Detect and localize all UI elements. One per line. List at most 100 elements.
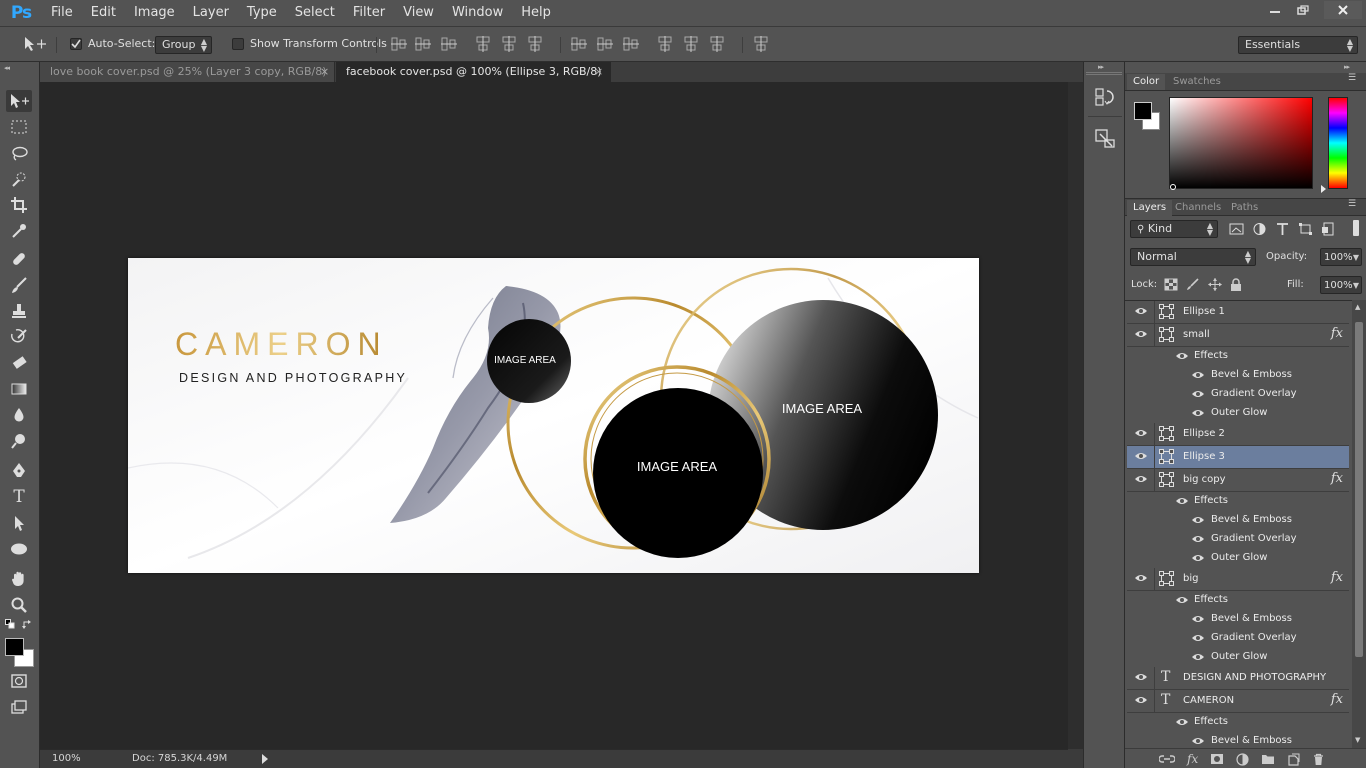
workspace-dropdown[interactable]: Essentials ▲ ▼ xyxy=(1238,36,1358,54)
auto-select-checkbox[interactable] xyxy=(70,38,82,50)
collapse-toolbar-icon[interactable]: ◂◂ xyxy=(4,64,10,72)
new-group-icon[interactable] xyxy=(1261,753,1275,765)
chevron-down-icon[interactable]: ▼ xyxy=(1353,278,1359,294)
pen-tool[interactable] xyxy=(6,460,32,482)
quick-mask-button[interactable] xyxy=(6,670,32,692)
lock-pixels-icon[interactable] xyxy=(1186,278,1200,291)
layer-effect-row[interactable]: Bevel & Emboss xyxy=(1127,366,1349,385)
lock-all-icon[interactable] xyxy=(1230,278,1242,291)
screen-mode-button[interactable] xyxy=(6,696,32,718)
color-panel-fg-swatch[interactable] xyxy=(1134,102,1152,120)
visibility-toggle[interactable] xyxy=(1134,474,1148,484)
layer-row[interactable]: Ellipse 3 xyxy=(1127,446,1349,469)
layer-effects-row[interactable]: Effects xyxy=(1127,492,1349,511)
move-tool[interactable] xyxy=(6,90,32,112)
properties-panel-button[interactable] xyxy=(1094,128,1116,150)
layer-effects-row[interactable]: Effects xyxy=(1127,347,1349,366)
menu-select[interactable]: Select xyxy=(286,0,344,26)
effects-visibility-toggle[interactable] xyxy=(1175,496,1189,506)
effect-visibility-toggle[interactable] xyxy=(1191,614,1205,624)
effect-visibility-toggle[interactable] xyxy=(1191,553,1205,563)
hue-pointer-icon[interactable] xyxy=(1321,185,1326,193)
eraser-tool[interactable] xyxy=(6,352,32,374)
auto-select-dropdown[interactable]: Group ▲ ▼ xyxy=(155,36,212,54)
menu-edit[interactable]: Edit xyxy=(82,0,125,26)
menu-view[interactable]: View xyxy=(394,0,443,26)
close-window-button[interactable] xyxy=(1324,1,1362,19)
align-left-button[interactable] xyxy=(474,35,492,53)
layer-effect-row[interactable]: Gradient Overlay xyxy=(1127,629,1349,648)
restore-button[interactable] xyxy=(1289,1,1317,19)
align-vcenter-button[interactable] xyxy=(414,35,432,53)
scroll-thumb[interactable] xyxy=(1355,322,1363,657)
quick-selection-tool[interactable] xyxy=(6,168,32,190)
tab-facebook-cover[interactable]: facebook cover.psd @ 100% (Ellipse 3, RG… xyxy=(336,62,611,82)
history-brush-tool[interactable] xyxy=(6,326,32,348)
menu-image[interactable]: Image xyxy=(125,0,184,26)
layer-row[interactable]: Ellipse 1 xyxy=(1127,301,1349,324)
trash-icon[interactable] xyxy=(1312,753,1325,766)
layer-fx-icon[interactable]: fx xyxy=(1331,471,1343,486)
blur-tool[interactable] xyxy=(6,404,32,426)
history-panel-button[interactable] xyxy=(1094,86,1116,108)
status-menu-arrow-icon[interactable] xyxy=(262,754,268,764)
visibility-toggle[interactable] xyxy=(1134,428,1148,438)
panel-menu-icon[interactable]: ☰ xyxy=(1348,199,1356,209)
layer-effect-row[interactable]: Outer Glow xyxy=(1127,549,1349,568)
type-filter-icon[interactable] xyxy=(1275,222,1290,236)
effects-visibility-toggle[interactable] xyxy=(1175,717,1189,727)
marquee-tool[interactable] xyxy=(6,116,32,138)
menu-file[interactable]: File xyxy=(42,0,82,26)
effect-visibility-toggle[interactable] xyxy=(1191,408,1205,418)
tab-paths[interactable]: Paths xyxy=(1225,200,1264,216)
type-tool[interactable]: T xyxy=(6,486,32,508)
layer-effects-row[interactable]: Effects xyxy=(1127,713,1349,732)
link-layers-icon[interactable] xyxy=(1159,753,1175,765)
layer-effect-row[interactable]: Bevel & Emboss xyxy=(1127,732,1349,748)
distribute-top-button[interactable] xyxy=(570,35,588,53)
visibility-toggle[interactable] xyxy=(1134,329,1148,339)
tab-channels[interactable]: Channels xyxy=(1169,200,1227,216)
vertical-scrollbar[interactable] xyxy=(1068,82,1083,750)
align-hcenter-button[interactable] xyxy=(500,35,518,53)
visibility-toggle[interactable] xyxy=(1134,672,1148,682)
align-top-button[interactable] xyxy=(390,35,408,53)
healing-brush-tool[interactable] xyxy=(6,248,32,270)
distribute-bottom-button[interactable] xyxy=(622,35,640,53)
layer-effect-row[interactable]: Outer Glow xyxy=(1127,648,1349,667)
swap-colors-icon[interactable] xyxy=(22,619,33,630)
effect-visibility-toggle[interactable] xyxy=(1191,652,1205,662)
zoom-tool[interactable] xyxy=(6,594,32,616)
effect-visibility-toggle[interactable] xyxy=(1191,534,1205,544)
color-field[interactable] xyxy=(1169,97,1313,189)
distribute-left-button[interactable] xyxy=(656,35,674,53)
opacity-field[interactable]: 100% ▼ xyxy=(1320,248,1362,266)
scroll-down-icon[interactable]: ▼ xyxy=(1355,736,1360,744)
chevron-down-icon[interactable]: ▼ xyxy=(1353,250,1359,266)
layer-fx-icon[interactable]: fx xyxy=(1331,570,1343,585)
layer-effect-row[interactable]: Outer Glow xyxy=(1127,404,1349,423)
layer-fx-icon[interactable]: fx xyxy=(1331,692,1343,707)
layer-effect-row[interactable]: Bevel & Emboss xyxy=(1127,511,1349,530)
layer-row[interactable]: small fx xyxy=(1127,324,1349,347)
tab-layers[interactable]: Layers xyxy=(1127,200,1173,216)
clone-stamp-tool[interactable] xyxy=(6,300,32,322)
menu-type[interactable]: Type xyxy=(238,0,286,26)
visibility-toggle[interactable] xyxy=(1134,306,1148,316)
move-tool-preset[interactable] xyxy=(22,36,48,52)
show-transform-checkbox[interactable] xyxy=(232,38,244,50)
tab-swatches[interactable]: Swatches xyxy=(1167,74,1227,90)
effect-visibility-toggle[interactable] xyxy=(1191,633,1205,643)
add-layer-style-icon[interactable]: fx xyxy=(1187,752,1198,766)
layer-row[interactable]: T CAMERON fx xyxy=(1127,690,1349,713)
smart-object-filter-icon[interactable] xyxy=(1321,222,1336,236)
effect-visibility-toggle[interactable] xyxy=(1191,515,1205,525)
auto-align-button[interactable] xyxy=(752,35,770,53)
foreground-color-swatch[interactable] xyxy=(5,638,24,656)
layer-effect-row[interactable]: Bevel & Emboss xyxy=(1127,610,1349,629)
layer-row[interactable]: T DESIGN AND PHOTOGRAPHY xyxy=(1127,667,1349,690)
close-tab-icon[interactable]: × xyxy=(594,62,603,82)
layer-effect-row[interactable]: Gradient Overlay xyxy=(1127,530,1349,549)
path-selection-tool[interactable] xyxy=(6,512,32,534)
align-right-button[interactable] xyxy=(526,35,544,53)
